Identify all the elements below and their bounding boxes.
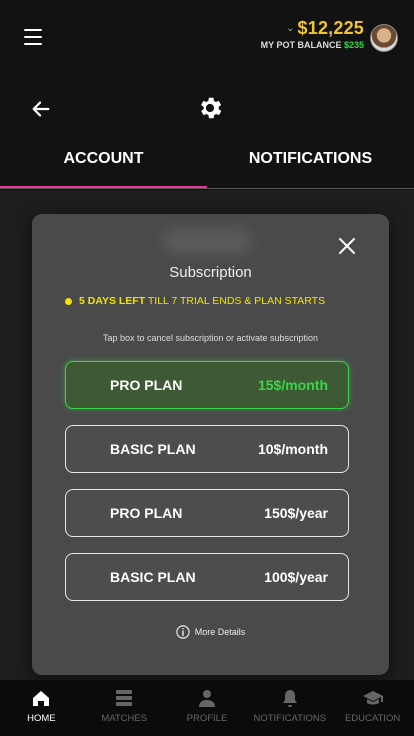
plan-basic-monthly[interactable]: BASIC PLAN 10$/month <box>65 425 349 473</box>
plan-basic-yearly[interactable]: BASIC PLAN 100$/year <box>65 553 349 601</box>
nav-item-notifications[interactable]: NOTIFICATIONS <box>248 680 331 736</box>
chevron-down-icon[interactable]: ⌄ <box>286 23 294 34</box>
top-header: ⌄ $12,225 MY POT BALANCE $235 <box>0 0 414 80</box>
more-details-label: More Details <box>194 627 246 637</box>
plan-pro-monthly[interactable]: PRO PLAN 15$/month <box>65 361 349 409</box>
balance-block[interactable]: ⌄ $12,225 MY POT BALANCE $235 <box>261 18 364 50</box>
home-icon <box>33 691 50 706</box>
nav-item-matches[interactable]: MATCHES <box>83 680 166 736</box>
tab-account[interactable]: ACCOUNT <box>0 138 207 190</box>
tab-divider <box>0 188 414 189</box>
trial-notice-text: TILL 7 TRIAL ENDS & PLAN STARTS <box>147 295 326 307</box>
gear-icon <box>201 97 222 119</box>
bottom-nav: HOME MATCHES PROFILE NOTIFICATIONS EDUCA… <box>0 680 414 736</box>
nav-label: EDUCATION <box>344 713 401 724</box>
pot-balance-label: MY POT BALANCE <box>260 40 342 50</box>
nav-label: NOTIFICATIONS <box>253 713 327 724</box>
trial-notice: 5 DAYS LEFT TILL 7 TRIAL ENDS & PLAN STA… <box>65 295 325 307</box>
tab-bar: ACCOUNT NOTIFICATIONS <box>0 138 414 190</box>
plan-name: PRO PLAN <box>110 505 183 521</box>
bell-icon <box>282 690 297 707</box>
pot-balance: MY POT BALANCE $235 <box>261 40 364 50</box>
nav-label: HOME <box>27 713 56 724</box>
close-icon[interactable] <box>337 236 357 256</box>
nav-item-education[interactable]: EDUCATION <box>331 680 414 736</box>
info-icon <box>176 625 190 639</box>
nav-label: PROFILE <box>186 713 228 724</box>
pot-balance-value: $235 <box>343 40 364 50</box>
hamburger-menu-icon[interactable] <box>24 29 42 45</box>
trial-days-left: 5 DAYS LEFT <box>79 295 146 307</box>
graduation-cap-icon <box>362 691 383 705</box>
plan-pro-yearly[interactable]: PRO PLAN 150$/year <box>65 489 349 537</box>
plan-name: BASIC PLAN <box>110 441 196 457</box>
tab-notifications[interactable]: NOTIFICATIONS <box>207 138 414 190</box>
avatar[interactable] <box>370 24 398 52</box>
nav-item-profile[interactable]: PROFILE <box>166 680 249 736</box>
plan-name: PRO PLAN <box>110 377 183 393</box>
settings-subheader: ACCOUNT NOTIFICATIONS <box>0 80 414 190</box>
balance-amount: $12,225 <box>297 18 364 38</box>
plan-price: 10$/month <box>257 441 328 457</box>
matches-icon <box>116 690 133 706</box>
plan-name: BASIC PLAN <box>110 569 196 585</box>
blurred-background-content <box>162 228 252 254</box>
profile-icon <box>198 690 215 707</box>
nav-label: MATCHES <box>101 713 148 724</box>
plan-price: 15$/month <box>257 377 328 393</box>
plan-price: 150$/year <box>264 505 328 521</box>
modal-title: Subscription <box>169 264 252 281</box>
more-details-link[interactable]: More Details <box>32 625 389 639</box>
subscription-modal: Subscription 5 DAYS LEFT TILL 7 TRIAL EN… <box>32 214 389 675</box>
trial-dot-icon <box>65 297 72 305</box>
back-arrow-icon[interactable] <box>30 98 52 120</box>
subscription-hint: Tap box to cancel subscription or activa… <box>102 333 319 343</box>
nav-item-home[interactable]: HOME <box>0 680 83 736</box>
plan-price: 100$/year <box>264 569 328 585</box>
